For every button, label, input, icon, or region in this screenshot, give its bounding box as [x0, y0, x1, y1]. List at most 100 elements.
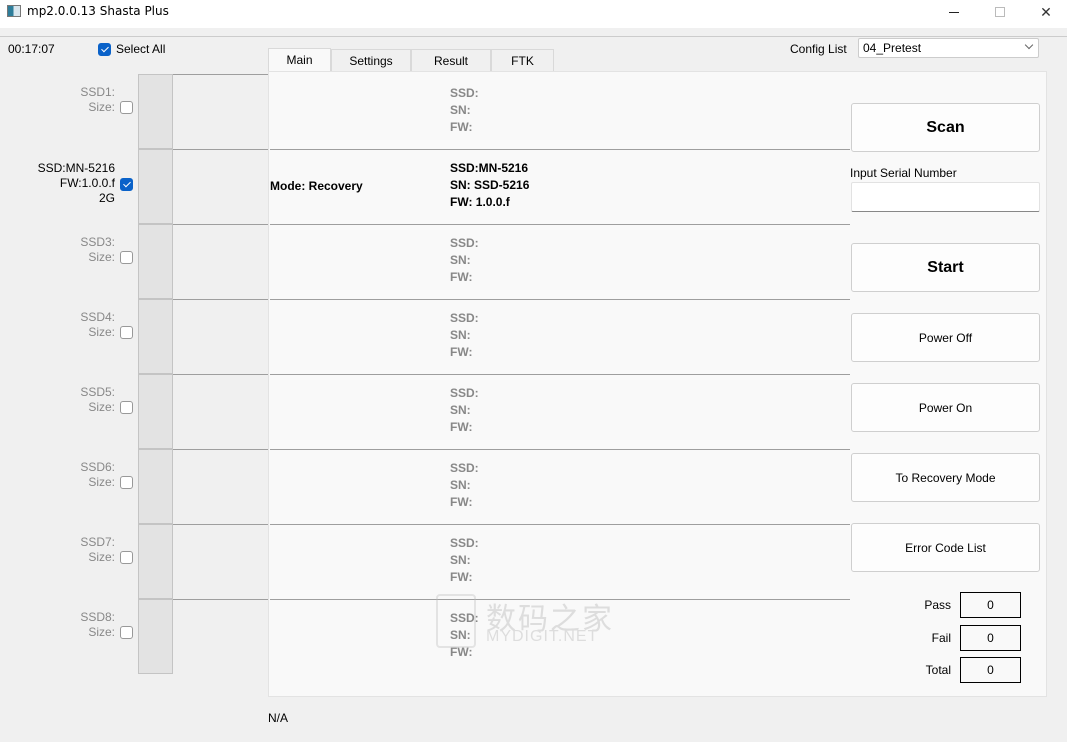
slot-checkbox[interactable] — [120, 326, 133, 339]
slot-info-fw: FW: — [450, 570, 473, 584]
slot-checkbox[interactable] — [120, 626, 133, 639]
slot-label: SSD7: Size: — [0, 535, 115, 565]
slot-divider — [173, 299, 268, 300]
slot-label-line1: SSD:MN-5216 — [37, 161, 115, 175]
slot-checkbox[interactable] — [120, 101, 133, 114]
slot-divider — [173, 524, 268, 525]
slot-info: SSD: SN: FW: — [450, 235, 479, 286]
tab-bar: Main Settings Result FTK — [268, 48, 554, 71]
slot-info: SSD: SN: FW: — [450, 85, 479, 136]
tab-result[interactable]: Result — [411, 49, 491, 71]
total-count: 0 — [960, 657, 1021, 683]
slot-label-line1: SSD4: — [80, 310, 115, 324]
row-divider — [270, 524, 850, 525]
slot-label-line1: SSD3: — [80, 235, 115, 249]
slot-info-sn: SN: — [450, 403, 471, 417]
to-recovery-mode-button[interactable]: To Recovery Mode — [851, 453, 1040, 502]
select-all-check-icon[interactable] — [98, 42, 111, 56]
slot-mode: Mode: Recovery — [270, 179, 363, 193]
slot-info-ssd: SSD: — [450, 536, 479, 550]
select-all-checkbox[interactable]: Select All — [98, 42, 165, 56]
slot-info-fw: FW: — [450, 495, 473, 509]
slot-label-line3: 2G — [98, 191, 115, 205]
slot-info-ssd: SSD:MN-5216 — [450, 161, 529, 175]
config-list-value: 04_Pretest — [863, 41, 922, 55]
slot-progress-bar — [138, 74, 173, 149]
slot-divider — [173, 374, 268, 375]
row-divider — [270, 299, 850, 300]
slot-label: SSD5: Size: — [0, 385, 115, 415]
app-icon — [7, 5, 21, 17]
row-divider — [270, 599, 850, 600]
slot-info-sn: SN: — [450, 253, 471, 267]
slot-info-fw: FW: — [450, 345, 473, 359]
slot-label-line2: Size: — [88, 550, 115, 564]
slot-label-line1: SSD5: — [80, 385, 115, 399]
error-code-list-button[interactable]: Error Code List — [851, 523, 1040, 572]
slot-label: SSD3: Size: — [0, 235, 115, 265]
slot-checkbox[interactable] — [120, 401, 133, 414]
fail-label: Fail — [931, 631, 951, 645]
slot-info: SSD: SN: FW: — [450, 460, 479, 511]
slot-info-ssd: SSD: — [450, 236, 479, 250]
slot-checkbox[interactable] — [120, 251, 133, 264]
scan-button[interactable]: Scan — [851, 103, 1040, 152]
serial-number-label: Input Serial Number — [850, 166, 957, 180]
slot-label: SSD1: Size: — [0, 85, 115, 115]
slot-info-fw: FW: — [450, 645, 473, 659]
title-bar: mp2.0.0.13 Shasta Plus ✕ — [0, 0, 1067, 28]
slot-progress-bar — [138, 149, 173, 224]
slot-info: SSD: SN: FW: — [450, 385, 479, 436]
slot-divider — [173, 224, 268, 225]
slot-label-line2: Size: — [88, 325, 115, 339]
slot-info-sn: SN: — [450, 553, 471, 567]
slot-info-ssd: SSD: — [450, 611, 479, 625]
slot-progress-bar — [138, 299, 173, 374]
slot-checkbox[interactable] — [120, 476, 133, 489]
slot-info-fw: FW: — [450, 120, 473, 134]
slot-progress-bar — [138, 599, 173, 674]
slot-progress-bar — [138, 524, 173, 599]
config-list-select[interactable]: 04_Pretest — [858, 38, 1039, 58]
minimize-button[interactable] — [931, 0, 977, 24]
slot-label-line2: Size: — [88, 400, 115, 414]
select-all-label: Select All — [116, 42, 166, 56]
row-divider — [270, 449, 850, 450]
power-on-button[interactable]: Power On — [851, 383, 1040, 432]
row-divider — [270, 374, 850, 375]
slot-label-line2: Size: — [88, 100, 115, 114]
slot-progress-bar — [138, 224, 173, 299]
slot-info-fw: FW: 1.0.0.f — [450, 195, 510, 209]
slot-checkbox[interactable] — [120, 551, 133, 564]
tab-ftk[interactable]: FTK — [491, 49, 554, 71]
slot-info-ssd: SSD: — [450, 461, 479, 475]
slot-info-fw: FW: — [450, 270, 473, 284]
slot-info-sn: SN: — [450, 628, 471, 642]
close-button[interactable]: ✕ — [1023, 0, 1067, 24]
slot-divider — [173, 599, 268, 600]
tab-settings[interactable]: Settings — [331, 49, 411, 71]
slot-info-ssd: SSD: — [450, 311, 479, 325]
slot-info-sn: SN: — [450, 328, 471, 342]
slot-info-ssd: SSD: — [450, 386, 479, 400]
tab-main[interactable]: Main — [268, 48, 331, 71]
power-off-button[interactable]: Power Off — [851, 313, 1040, 362]
slot-label-line2: FW:1.0.0.f — [59, 176, 115, 190]
slot-info: SSD:MN-5216 SN: SSD-5216 FW: 1.0.0.f — [450, 160, 529, 211]
slot-label-line1: SSD6: — [80, 460, 115, 474]
minimize-icon — [949, 11, 959, 13]
row-divider — [270, 224, 850, 225]
slot-label: SSD:MN-5216 FW:1.0.0.f 2G — [0, 161, 115, 206]
slot-label-line1: SSD7: — [80, 535, 115, 549]
maximize-button[interactable] — [977, 0, 1023, 24]
total-label: Total — [925, 663, 951, 677]
slot-info: SSD: SN: FW: — [450, 610, 479, 661]
serial-number-input[interactable] — [851, 182, 1040, 212]
slot-info-fw: FW: — [450, 420, 473, 434]
slot-info: SSD: SN: FW: — [450, 535, 479, 586]
slot-checkbox[interactable] — [120, 178, 133, 191]
start-button[interactable]: Start — [851, 243, 1040, 292]
slot-label-line1: SSD1: — [80, 85, 115, 99]
config-list-label: Config List — [790, 42, 847, 56]
slot-progress-bar — [138, 374, 173, 449]
